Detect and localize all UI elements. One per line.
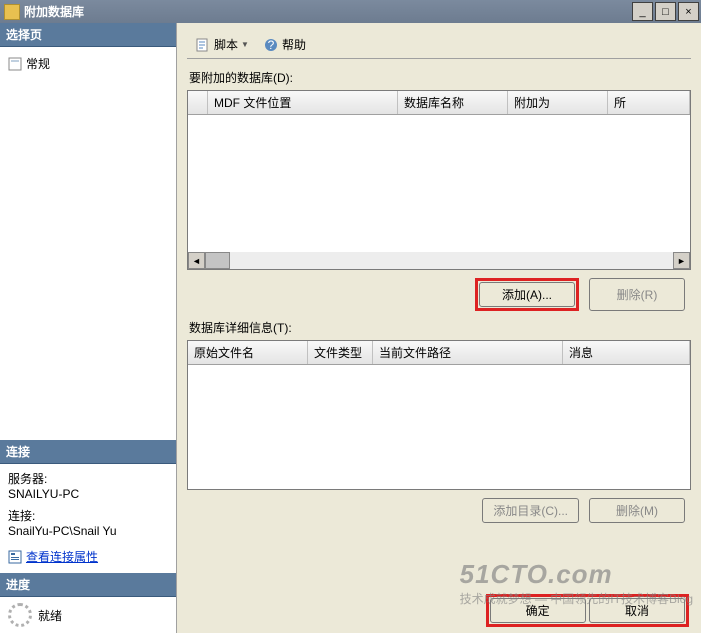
server-value: SNAILYU-PC (8, 487, 168, 501)
server-label: 服务器: (8, 470, 168, 487)
maximize-button[interactable]: □ (655, 2, 676, 21)
scroll-left-arrow[interactable]: ◄ (188, 252, 205, 269)
add-directory-button[interactable]: 添加目录(C)... (482, 498, 579, 523)
sidebar: 选择页 常规 连接 服务器: SNAILYU-PC 连接: SnailYu-PC… (0, 23, 177, 633)
script-button[interactable]: 脚本 ▼ (191, 34, 253, 55)
help-icon: ? (263, 37, 279, 53)
remove-m-button[interactable]: 删除(M) (589, 498, 685, 523)
connection-body: 服务器: SNAILYU-PC 连接: SnailYu-PC\Snail Yu … (0, 464, 176, 573)
help-button[interactable]: ? 帮助 (259, 34, 310, 55)
sidebar-general-label: 常规 (26, 55, 50, 72)
col-mdf-location[interactable]: MDF 文件位置 (208, 91, 398, 114)
col-attach-as[interactable]: 附加为 (508, 91, 608, 114)
col-db-name[interactable]: 数据库名称 (398, 91, 508, 114)
scroll-thumb[interactable] (205, 252, 230, 269)
cancel-button[interactable]: 取消 (589, 598, 685, 623)
title-bar: 附加数据库 _ □ × (0, 0, 701, 23)
progress-spinner-icon (8, 603, 32, 627)
col-file-type[interactable]: 文件类型 (308, 341, 373, 364)
dialog-footer: 确定 取消 (486, 594, 689, 627)
watermark-line1: 51CTO.com (460, 559, 693, 590)
app-icon (4, 4, 20, 20)
ok-cancel-highlight: 确定 取消 (486, 594, 689, 627)
close-button[interactable]: × (678, 2, 699, 21)
details-label: 数据库详细信息(T): (189, 319, 691, 336)
details-buttons-row: 添加目录(C)... 删除(M) (187, 498, 685, 523)
chevron-down-icon: ▼ (241, 40, 249, 49)
horizontal-scrollbar[interactable]: ◄ ► (188, 252, 690, 269)
select-page-body: 常规 (0, 47, 176, 80)
attach-db-table: MDF 文件位置 数据库名称 附加为 所 ◄ ► (187, 90, 691, 270)
sidebar-spacer (0, 80, 176, 440)
remove-button[interactable]: 删除(R) (589, 278, 685, 311)
details-header: 原始文件名 文件类型 当前文件路径 消息 (188, 341, 690, 365)
progress-header: 进度 (0, 573, 176, 597)
script-icon (195, 37, 211, 53)
main-area: 选择页 常规 连接 服务器: SNAILYU-PC 连接: SnailYu-PC… (0, 23, 701, 633)
properties-icon (8, 550, 22, 564)
window-buttons: _ □ × (632, 2, 699, 21)
svg-text:?: ? (268, 38, 275, 52)
progress-body: 就绪 (0, 597, 176, 633)
connection-label: 连接: (8, 507, 168, 524)
view-connection-properties[interactable]: 查看连接属性 (8, 546, 168, 567)
details-table: 原始文件名 文件类型 当前文件路径 消息 (187, 340, 691, 490)
col-selector[interactable] (188, 91, 208, 114)
content-area: 脚本 ▼ ? 帮助 要附加的数据库(D): MDF 文件位置 数据库名称 附加为… (177, 23, 701, 633)
connection-header: 连接 (0, 440, 176, 464)
scroll-right-arrow[interactable]: ► (673, 252, 690, 269)
toolbar: 脚本 ▼ ? 帮助 (187, 31, 691, 59)
add-button[interactable]: 添加(A)... (479, 282, 575, 307)
connection-value: SnailYu-PC\Snail Yu (8, 524, 168, 538)
attach-db-label: 要附加的数据库(D): (189, 69, 691, 86)
window-title: 附加数据库 (24, 3, 632, 20)
help-label: 帮助 (282, 36, 306, 53)
page-icon (8, 57, 22, 71)
attach-buttons-row: 添加(A)... 删除(R) (187, 278, 685, 311)
script-label: 脚本 (214, 36, 238, 53)
ok-button[interactable]: 确定 (490, 598, 586, 623)
col-owner[interactable]: 所 (608, 91, 690, 114)
sidebar-item-general[interactable]: 常规 (8, 53, 168, 74)
progress-status: 就绪 (38, 607, 62, 624)
add-button-highlight: 添加(A)... (475, 278, 579, 311)
col-message[interactable]: 消息 (563, 341, 690, 364)
minimize-button[interactable]: _ (632, 2, 653, 21)
attach-db-header: MDF 文件位置 数据库名称 附加为 所 (188, 91, 690, 115)
scroll-track[interactable] (230, 252, 673, 269)
view-props-link[interactable]: 查看连接属性 (26, 548, 98, 565)
col-current-path[interactable]: 当前文件路径 (373, 341, 563, 364)
col-orig-filename[interactable]: 原始文件名 (188, 341, 308, 364)
select-page-header: 选择页 (0, 23, 176, 47)
